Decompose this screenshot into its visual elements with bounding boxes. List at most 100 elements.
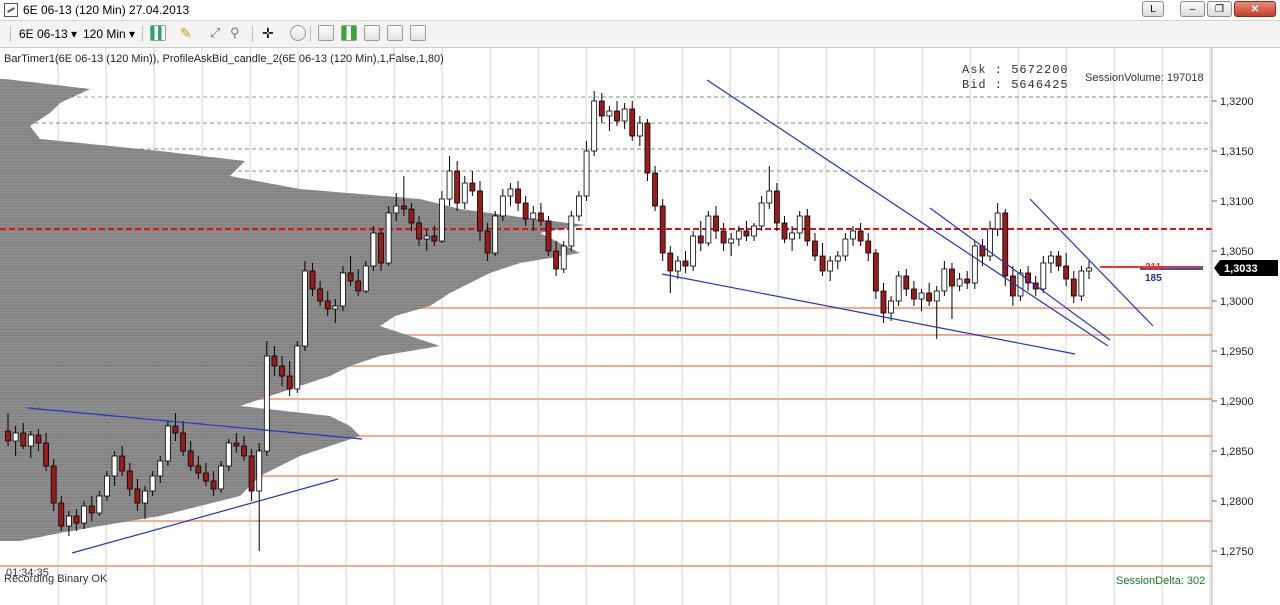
data-box-icon[interactable] <box>410 25 426 41</box>
candle-body <box>73 515 80 524</box>
window-title: 6E 06-13 (120 Min) 27.04.2013 <box>23 3 190 17</box>
candle-body <box>644 122 651 174</box>
candle-body <box>941 268 948 292</box>
candle-body <box>545 220 552 252</box>
candle-body <box>964 278 971 284</box>
candle-body <box>773 190 780 224</box>
ask-volume-value: 211 <box>1145 262 1162 273</box>
candle-body <box>248 455 255 492</box>
candle-body <box>522 202 529 220</box>
candle-body <box>834 255 841 262</box>
candle-body <box>758 202 765 227</box>
candle-body <box>393 205 400 214</box>
toolbar-separator <box>10 26 11 42</box>
price-axis-label: 1,3050 <box>1220 246 1254 258</box>
candle-body <box>385 212 392 264</box>
candle-body <box>378 232 384 264</box>
candle-body <box>294 345 301 390</box>
candle-body <box>35 434 42 444</box>
candle-body <box>560 245 567 270</box>
price-axis-label: 1,3150 <box>1220 146 1254 158</box>
toolbar-separator <box>310 26 311 42</box>
candle-body <box>591 100 598 152</box>
candle-body <box>1086 267 1092 272</box>
candle-body <box>309 270 316 290</box>
interval-selector[interactable]: 120 Min ▾ <box>83 25 135 43</box>
candle-body <box>530 212 537 220</box>
candle-body <box>895 275 902 302</box>
candle-body <box>606 110 613 117</box>
candle-body <box>827 260 834 272</box>
candle-body <box>872 252 879 292</box>
bid-value: 5646425 <box>1011 78 1069 92</box>
candle-body <box>271 355 278 367</box>
candle-body <box>157 460 164 477</box>
candle-body <box>583 150 590 197</box>
link-button[interactable]: L <box>1142 1 1164 17</box>
instrument-selector[interactable]: 6E 06-13 ▾ <box>19 25 77 43</box>
candle-body <box>347 272 354 282</box>
bid-volume-value: 185 <box>1145 273 1162 284</box>
candle-body <box>1040 262 1047 290</box>
chart-panel[interactable]: 1,3200 1,3150 1,3100 1,3050 1,3000 1,2950 1,29… <box>0 48 1280 605</box>
candle-body <box>461 182 468 204</box>
candlestick-style-icon[interactable] <box>150 25 166 41</box>
candle-body <box>332 305 339 310</box>
candle-body <box>104 475 110 497</box>
candle-body <box>96 495 103 514</box>
price-axis-label: 1,2850 <box>1220 446 1254 458</box>
candle-body <box>20 432 27 447</box>
crosshair-icon[interactable]: ✛ <box>262 25 278 41</box>
candle-body <box>949 268 955 287</box>
indicator-legend: BarTimer1(6E 06-13 (120 Min)), ProfileAs… <box>4 53 444 65</box>
strategy-icon[interactable] <box>364 25 380 41</box>
ask-label: Ask : <box>962 63 1004 77</box>
candle-body <box>126 470 133 490</box>
candle-body <box>865 240 872 254</box>
pointer-icon[interactable]: ⤢ <box>210 25 226 41</box>
template-icon[interactable] <box>387 25 403 41</box>
candle-body <box>842 238 849 257</box>
indicators-icon[interactable] <box>341 25 357 41</box>
candle-body <box>1009 275 1016 297</box>
candle-body <box>172 425 179 434</box>
candle-body <box>241 445 247 457</box>
candle-body <box>88 505 95 514</box>
properties-icon[interactable] <box>318 25 334 41</box>
candle-body <box>1055 255 1062 267</box>
candle-body <box>195 465 202 474</box>
candle-body <box>203 472 209 482</box>
price-axis-label: 1,2800 <box>1220 496 1254 508</box>
candle-body <box>690 235 697 267</box>
candle-body <box>355 280 362 292</box>
candle-body <box>263 355 270 452</box>
candle-body <box>621 108 628 122</box>
last-price-label: 1,3033 <box>1224 263 1258 275</box>
minimize-button[interactable]: ‒ <box>1180 1 1205 17</box>
candle-body <box>537 212 544 222</box>
candle-body <box>119 455 126 472</box>
candle-body <box>1070 278 1077 297</box>
candle-body <box>614 110 620 122</box>
pencil-icon[interactable]: ✎ <box>180 25 196 41</box>
zoom-icon[interactable] <box>290 25 306 41</box>
price-chart[interactable]: 1,3200 1,3150 1,3100 1,3050 1,3000 1,2950 1,29… <box>0 48 1280 605</box>
trend-line <box>706 79 1109 347</box>
candle-body <box>210 480 217 490</box>
maximize-button[interactable]: ❐ <box>1207 1 1232 17</box>
candle-body <box>659 205 666 254</box>
candle-body <box>301 270 308 347</box>
candle-body <box>705 215 712 244</box>
close-button[interactable]: ✕ <box>1234 1 1276 17</box>
draw-tool-icon[interactable]: ⚲ <box>230 25 246 41</box>
candle-body <box>728 238 735 244</box>
candle-body <box>636 122 643 137</box>
candle-body <box>286 375 293 390</box>
candle-body <box>697 235 704 244</box>
candle-body <box>12 432 19 442</box>
candle-body <box>400 205 407 210</box>
price-axis-background <box>1212 48 1280 605</box>
price-axis-label: 1,3000 <box>1220 296 1254 308</box>
candle-body <box>142 490 148 504</box>
candle-body <box>27 434 34 447</box>
